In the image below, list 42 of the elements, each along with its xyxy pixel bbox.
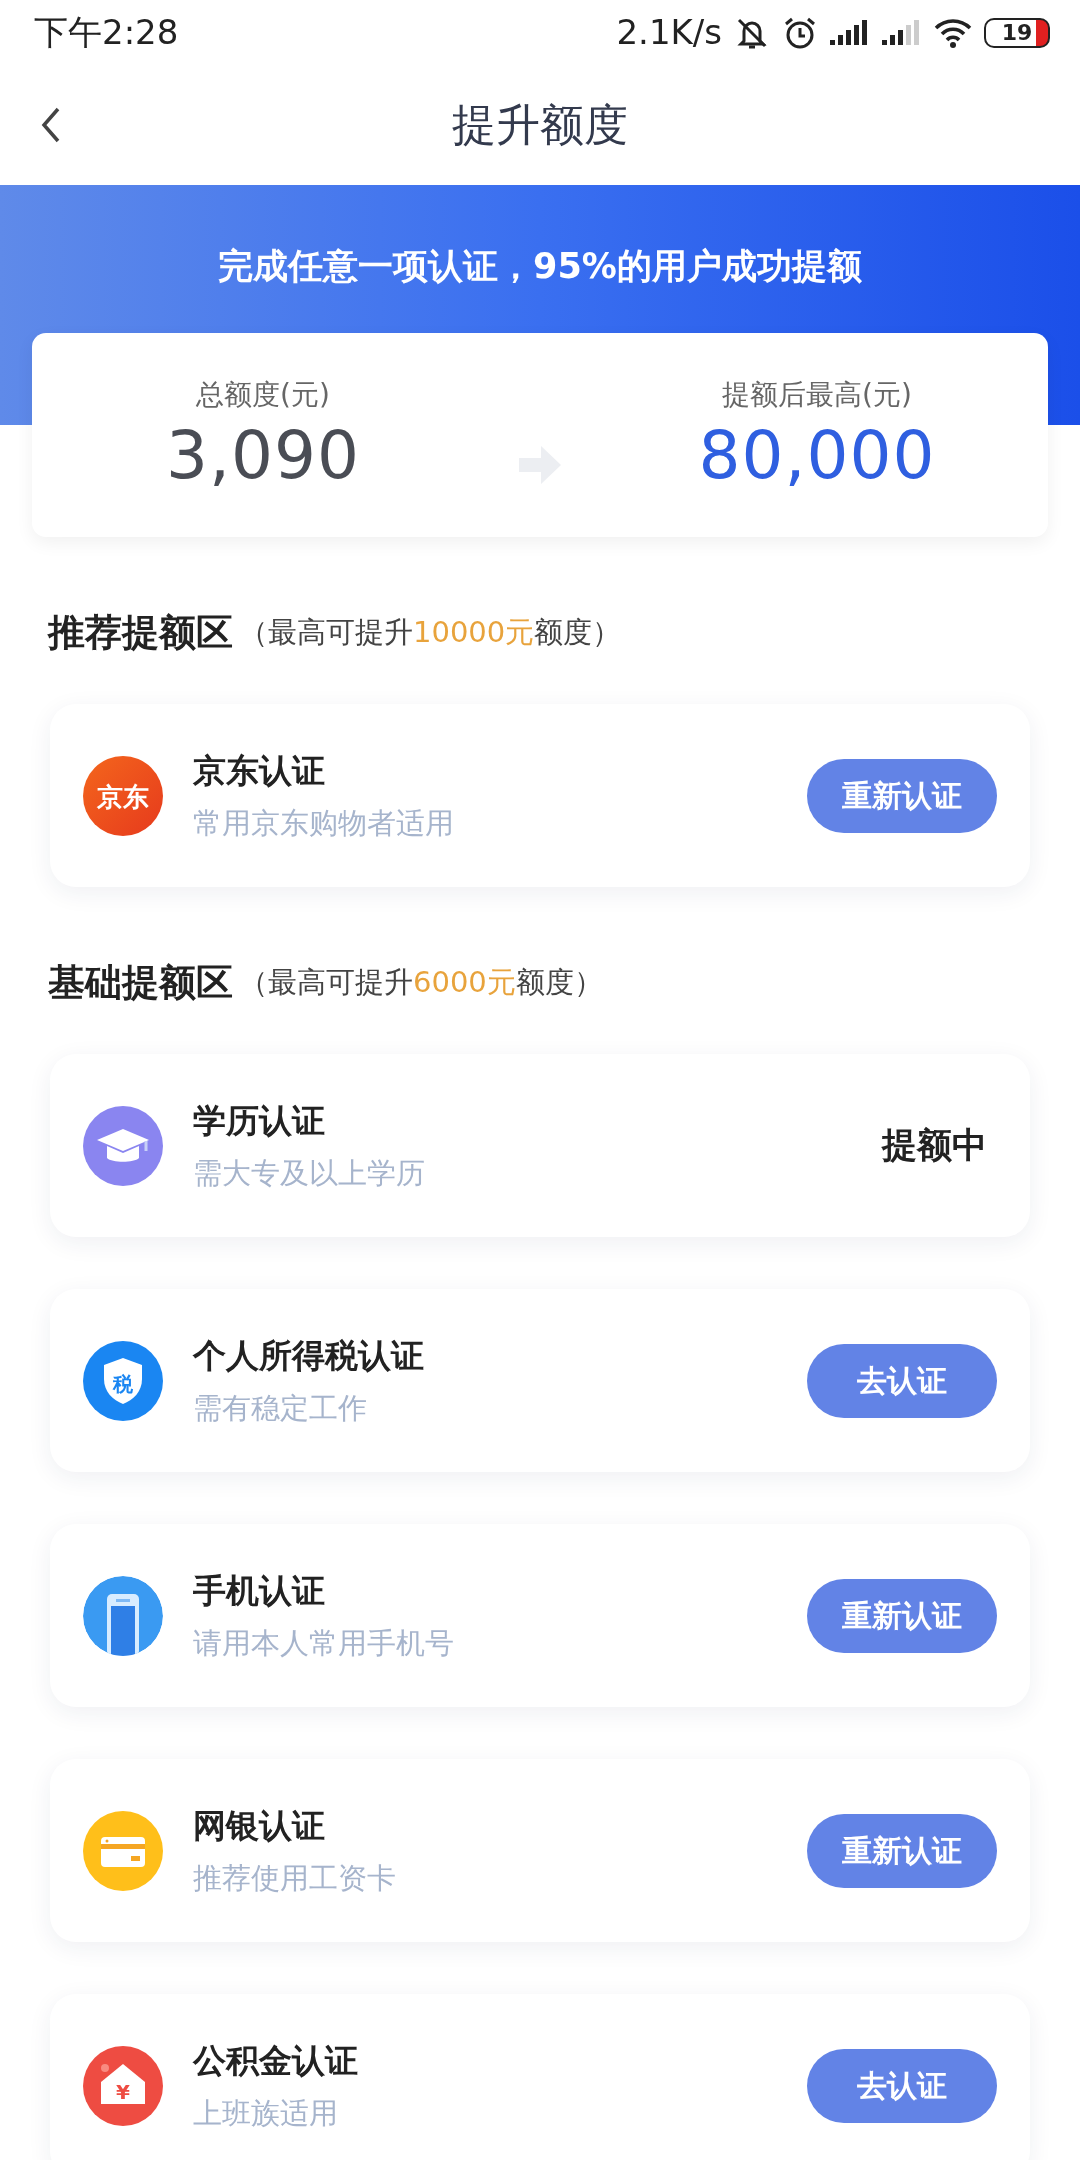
status-text: 提额中 [882, 1124, 987, 1168]
graduation-cap-icon [83, 1105, 163, 1186]
page-title: 提升额度 [452, 98, 628, 152]
logo-icon: 京东 [83, 755, 163, 836]
section-title: 推荐提额区 [48, 610, 233, 657]
verification-title: 网银认证 [193, 1805, 326, 1847]
verification-subtitle: 请用本人常用手机号 [193, 1624, 455, 1662]
section-note: （最高可提升6000元额度） [239, 964, 603, 1002]
verification-title: 手机认证 [193, 1570, 326, 1612]
shield-icon: 税 [83, 1340, 163, 1421]
verification-subtitle: 需有稳定工作 [193, 1389, 368, 1427]
verification-title: 京东认证 [193, 750, 326, 792]
verify-button[interactable]: 去认证 [807, 2048, 997, 2123]
signal-icon [830, 18, 870, 47]
max-limit-label: 提额后最高(元) [721, 377, 913, 414]
phone-icon [83, 1575, 163, 1656]
verification-title: 学历认证 [193, 1100, 326, 1142]
section-note: （最高可提升10000元额度） [239, 614, 622, 652]
section-title: 基础提额区 [48, 960, 233, 1007]
verify-button[interactable]: 重新认证 [807, 1813, 997, 1888]
verification-subtitle: 推荐使用工资卡 [193, 1859, 397, 1897]
max-limit-value: 80,000 [697, 416, 937, 496]
verify-button[interactable]: 重新认证 [807, 1578, 997, 1653]
battery-indicator: 19 [984, 17, 1050, 48]
banner-text: 完成任意一项认证，95%的用户成功提额 [218, 246, 862, 286]
wifi-icon [934, 17, 972, 48]
house-icon: ¥ [83, 2045, 163, 2126]
status-time: 下午2:28 [34, 11, 179, 54]
credit-card-icon [83, 1810, 163, 1891]
back-button[interactable] [40, 105, 62, 145]
verification-subtitle: 上班族适用 [193, 2094, 339, 2132]
verify-button[interactable]: 重新认证 [807, 758, 997, 833]
verification-title: 个人所得税认证 [193, 1335, 425, 1377]
verification-title: 公积金认证 [193, 2040, 359, 2082]
total-limit-label: 总额度(元) [195, 377, 331, 414]
network-speed: 2.1K/s [616, 11, 722, 54]
verification-subtitle: 常用京东购物者适用 [193, 804, 455, 842]
signal-icon [882, 18, 922, 47]
total-limit-value: 3,090 [165, 416, 361, 496]
back-icon [40, 105, 62, 145]
verify-button[interactable]: 去认证 [807, 1343, 997, 1418]
verification-subtitle: 需大专及以上学历 [193, 1154, 426, 1192]
